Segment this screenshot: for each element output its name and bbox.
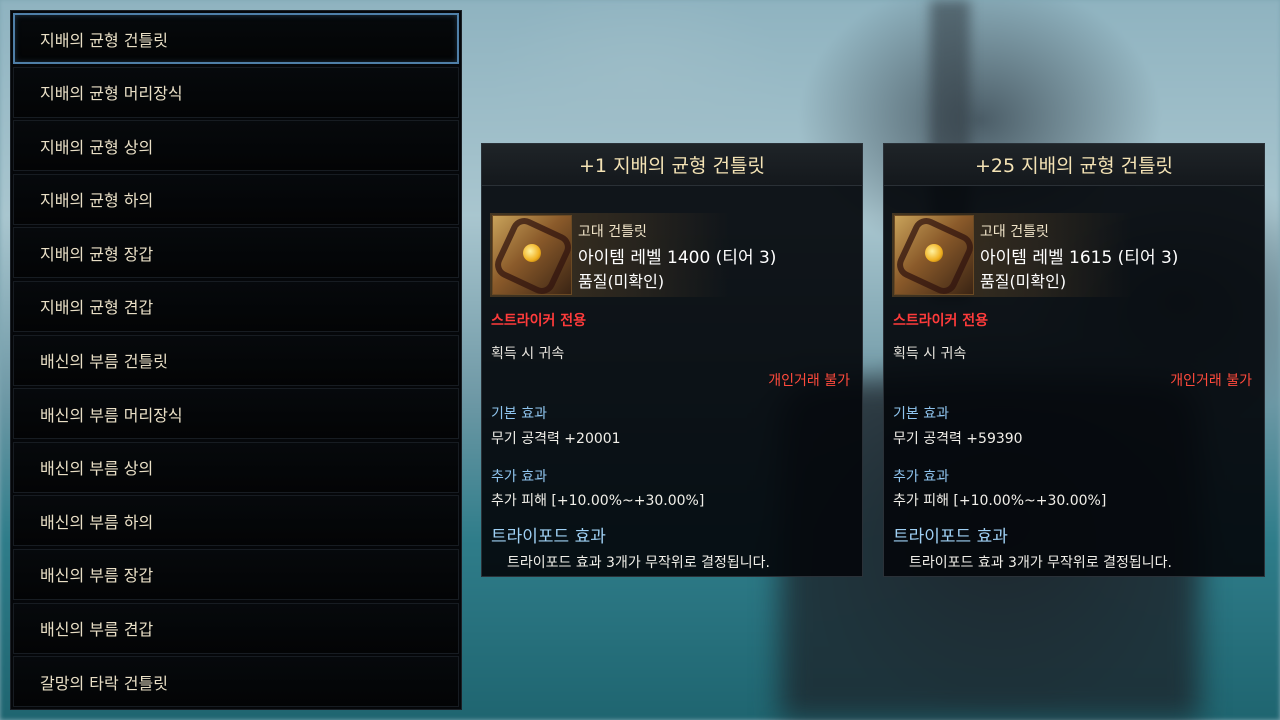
list-item[interactable]: 지배의 균형 건틀릿 [13,13,459,64]
tripod-label: 트라이포드 효과 [893,527,1008,547]
item-grade: 고대 건틀릿 [578,224,647,240]
list-item-label: 배신의 부름 상의 [40,459,154,479]
extra-effect-label: 추가 효과 [893,469,949,485]
list-item-label: 배신의 부름 하의 [40,512,154,532]
list-item-label: 배신의 부름 견갑 [40,620,154,640]
class-restriction: 스트라이커 전용 [491,313,587,329]
base-effect-value: 무기 공격력 +59390 [893,431,1023,447]
list-item[interactable]: 지배의 균형 머리장식 [13,66,459,118]
list-item[interactable]: 배신의 부름 건틀릿 [13,334,459,386]
list-item-label: 지배의 균형 머리장식 [40,84,183,104]
bind-status: 획득 시 귀속 [491,346,565,362]
class-restriction: 스트라이커 전용 [893,313,989,329]
gauntlet-icon [492,215,572,295]
list-item-label: 지배의 균형 상의 [40,137,154,157]
base-effect-label: 기본 효과 [893,406,949,422]
base-effect-value: 무기 공격력 +20001 [491,431,621,447]
bind-status: 획득 시 귀속 [893,346,967,362]
list-item[interactable]: 배신의 부름 하의 [13,495,459,547]
list-item-label: 지배의 균형 하의 [40,191,154,211]
trade-restriction: 개인거래 불가 [768,373,850,389]
list-item[interactable]: 지배의 균형 하의 [13,173,459,225]
tooltip-title: +25 지배의 균형 건틀릿 [884,144,1264,186]
list-item[interactable]: 지배의 균형 장갑 [13,227,459,279]
list-item[interactable]: 배신의 부름 머리장식 [13,388,459,440]
item-level: 아이템 레벨 1615 (티어 3) [980,248,1179,268]
list-item-label: 갈망의 타락 건틀릿 [40,673,168,693]
list-item-label: 배신의 부름 머리장식 [40,405,183,425]
tripod-label: 트라이포드 효과 [491,527,606,547]
item-level: 아이템 레벨 1400 (티어 3) [578,248,777,268]
tripod-description: 트라이포드 효과 3개가 무작위로 결정됩니다. [507,555,770,571]
item-quality: 품질(미확인) [578,272,665,291]
item-quality: 품질(미확인) [980,272,1067,291]
list-item-label: 지배의 균형 건틀릿 [40,30,168,50]
list-item[interactable]: 배신의 부름 견갑 [13,602,459,654]
base-effect-label: 기본 효과 [491,406,547,422]
tripod-description: 트라이포드 효과 3개가 무작위로 결정됩니다. [909,555,1172,571]
tooltip-title: +1 지배의 균형 건틀릿 [482,144,862,186]
item-tooltip-plus25: +25 지배의 균형 건틀릿 고대 건틀릿 아이템 레벨 1615 (티어 3)… [883,143,1265,577]
list-item-label: 배신의 부름 장갑 [40,566,154,586]
list-item[interactable]: 배신의 부름 장갑 [13,548,459,600]
item-list: 지배의 균형 건틀릿 지배의 균형 머리장식 지배의 균형 상의 지배의 균형 … [10,10,462,710]
list-item[interactable]: 갈망의 타락 건틀릿 [13,656,459,708]
list-item[interactable]: 배신의 부름 상의 [13,441,459,493]
gauntlet-icon [894,215,974,295]
item-tooltip-plus1: +1 지배의 균형 건틀릿 고대 건틀릿 아이템 레벨 1400 (티어 3) … [481,143,863,577]
list-item-label: 배신의 부름 건틀릿 [40,352,168,372]
list-item[interactable]: 지배의 균형 견갑 [13,280,459,332]
trade-restriction: 개인거래 불가 [1170,373,1252,389]
list-item-label: 지배의 균형 견갑 [40,298,154,318]
item-grade: 고대 건틀릿 [980,224,1049,240]
extra-effect-label: 추가 효과 [491,469,547,485]
extra-effect-value: 추가 피해 [+10.00%~+30.00%] [893,493,1107,509]
list-item[interactable]: 지배의 균형 상의 [13,120,459,172]
extra-effect-value: 추가 피해 [+10.00%~+30.00%] [491,493,705,509]
list-item-label: 지배의 균형 장갑 [40,244,154,264]
